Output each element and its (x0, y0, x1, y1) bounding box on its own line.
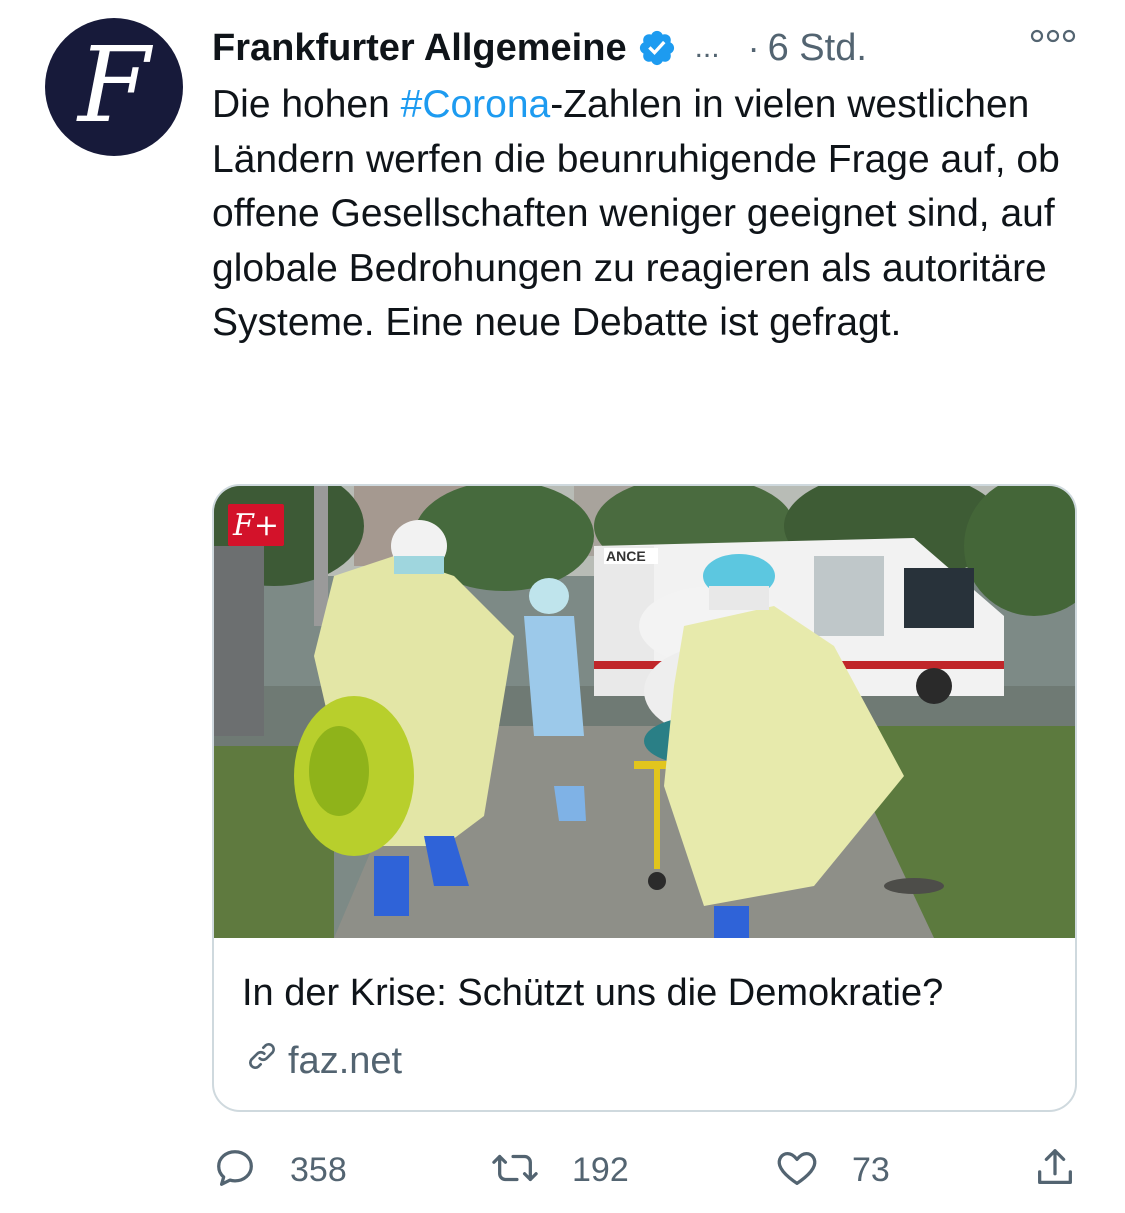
hashtag-link[interactable]: #Corona (401, 83, 551, 126)
name-ellipsis: ... (694, 31, 720, 64)
fplus-badge: F+ (228, 504, 284, 546)
card-domain[interactable]: faz.net (242, 1036, 402, 1086)
retweet-count: 192 (572, 1150, 629, 1189)
card-domain-text: faz.net (288, 1039, 403, 1082)
card-title[interactable]: In der Krise: Schützt uns die Demokratie… (242, 972, 943, 1015)
verified-badge-icon (637, 28, 677, 68)
link-preview-card[interactable]: ANCE F+ In der Krise: Schützt uns die De… (212, 484, 1077, 1112)
tweet-time[interactable]: 6 Std. (768, 27, 867, 70)
tweet-text: Die hohen #Corona-Zahlen in vielen westl… (212, 78, 1092, 351)
avatar[interactable]: F (45, 18, 183, 156)
more-options-icon[interactable] (1029, 26, 1077, 51)
time-separator: · (747, 27, 760, 68)
tweet-header: Frankfurter Allgemeine ... · 6 Std. (212, 20, 1085, 76)
tweet-text-start: Die hohen (212, 83, 401, 126)
link-icon (242, 1036, 288, 1086)
retweet-button[interactable]: 192 (490, 1142, 629, 1198)
share-button[interactable] (1032, 1142, 1078, 1198)
account-name[interactable]: Frankfurter Allgemeine (212, 27, 627, 70)
reply-icon (212, 1145, 258, 1196)
retweet-icon (490, 1145, 540, 1196)
like-count: 73 (852, 1150, 890, 1189)
share-icon (1032, 1145, 1078, 1196)
card-image[interactable]: ANCE F+ (214, 486, 1075, 938)
reply-button[interactable]: 358 (212, 1142, 347, 1198)
heart-icon (774, 1145, 820, 1196)
avatar-logo: F (77, 24, 151, 146)
reply-count: 358 (290, 1150, 347, 1189)
tweet-actions: 358 192 73 (212, 1142, 1082, 1198)
like-button[interactable]: 73 (774, 1142, 890, 1198)
ambulance-sign: ANCE (606, 548, 646, 564)
